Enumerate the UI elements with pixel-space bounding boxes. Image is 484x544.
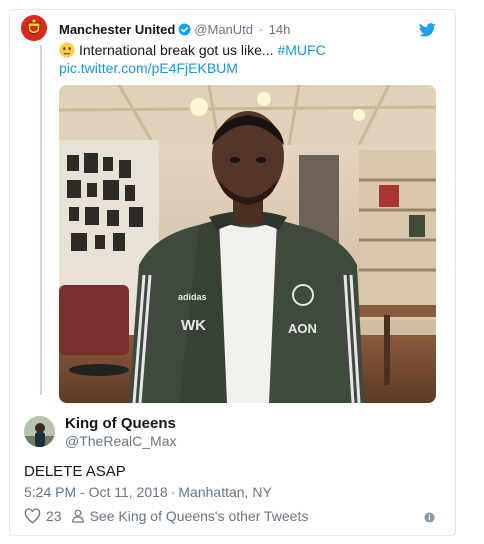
reply-author-name[interactable]: King of Queens xyxy=(65,415,176,433)
reply-timestamp[interactable]: 5:24 PM - Oct 11, 2018 xyxy=(24,484,168,500)
jacket-brand-text: adidas xyxy=(178,292,207,302)
person-icon xyxy=(71,509,84,523)
quoted-tweet-header: Manchester United @ManUtd · 14h xyxy=(59,22,290,38)
twitter-bird-icon[interactable] xyxy=(419,23,436,37)
reply-location[interactable]: Manhattan, NY xyxy=(178,484,271,500)
quoted-tweet-time[interactable]: 14h xyxy=(269,22,291,37)
tweet-actions: 23 See King of Queens's other Tweets xyxy=(24,507,308,525)
quoted-author-handle[interactable]: @ManUtd xyxy=(194,22,253,37)
profile-link[interactable]: See King of Queens's other Tweets xyxy=(90,508,309,524)
dot-separator: · xyxy=(170,484,176,500)
quoted-author-name[interactable]: Manchester United xyxy=(59,22,175,37)
reply-author-handle[interactable]: @TheRealC_Max xyxy=(65,433,176,450)
manutd-avatar[interactable] xyxy=(21,15,47,41)
reply-author-avatar[interactable] xyxy=(24,416,55,447)
quoted-tweet-body: International break got us like... xyxy=(79,42,274,58)
hashtag-link[interactable]: #MUFC xyxy=(277,42,325,58)
jacket-sponsor-text: AON xyxy=(288,321,317,336)
media-link[interactable]: pic.twitter.com/pE4FjEKBUM xyxy=(59,59,238,77)
dot-separator: · xyxy=(258,22,263,37)
thread-line xyxy=(40,45,42,395)
info-icon[interactable] xyxy=(424,512,435,523)
neutral-face-emoji-icon xyxy=(59,42,75,58)
tweet-photo[interactable]: adidas WK AON xyxy=(59,85,436,403)
reply-tweet-meta: 5:24 PM - Oct 11, 2018 · Manhattan, NY xyxy=(24,484,272,501)
reply-tweet-text: DELETE ASAP xyxy=(24,463,126,480)
verified-badge-icon xyxy=(178,23,191,36)
like-count[interactable]: 23 xyxy=(46,508,62,524)
heart-icon[interactable] xyxy=(24,508,41,524)
jacket-logo-text: WK xyxy=(181,317,206,334)
quoted-tweet-text: International break got us like... #MUFC xyxy=(59,41,326,59)
